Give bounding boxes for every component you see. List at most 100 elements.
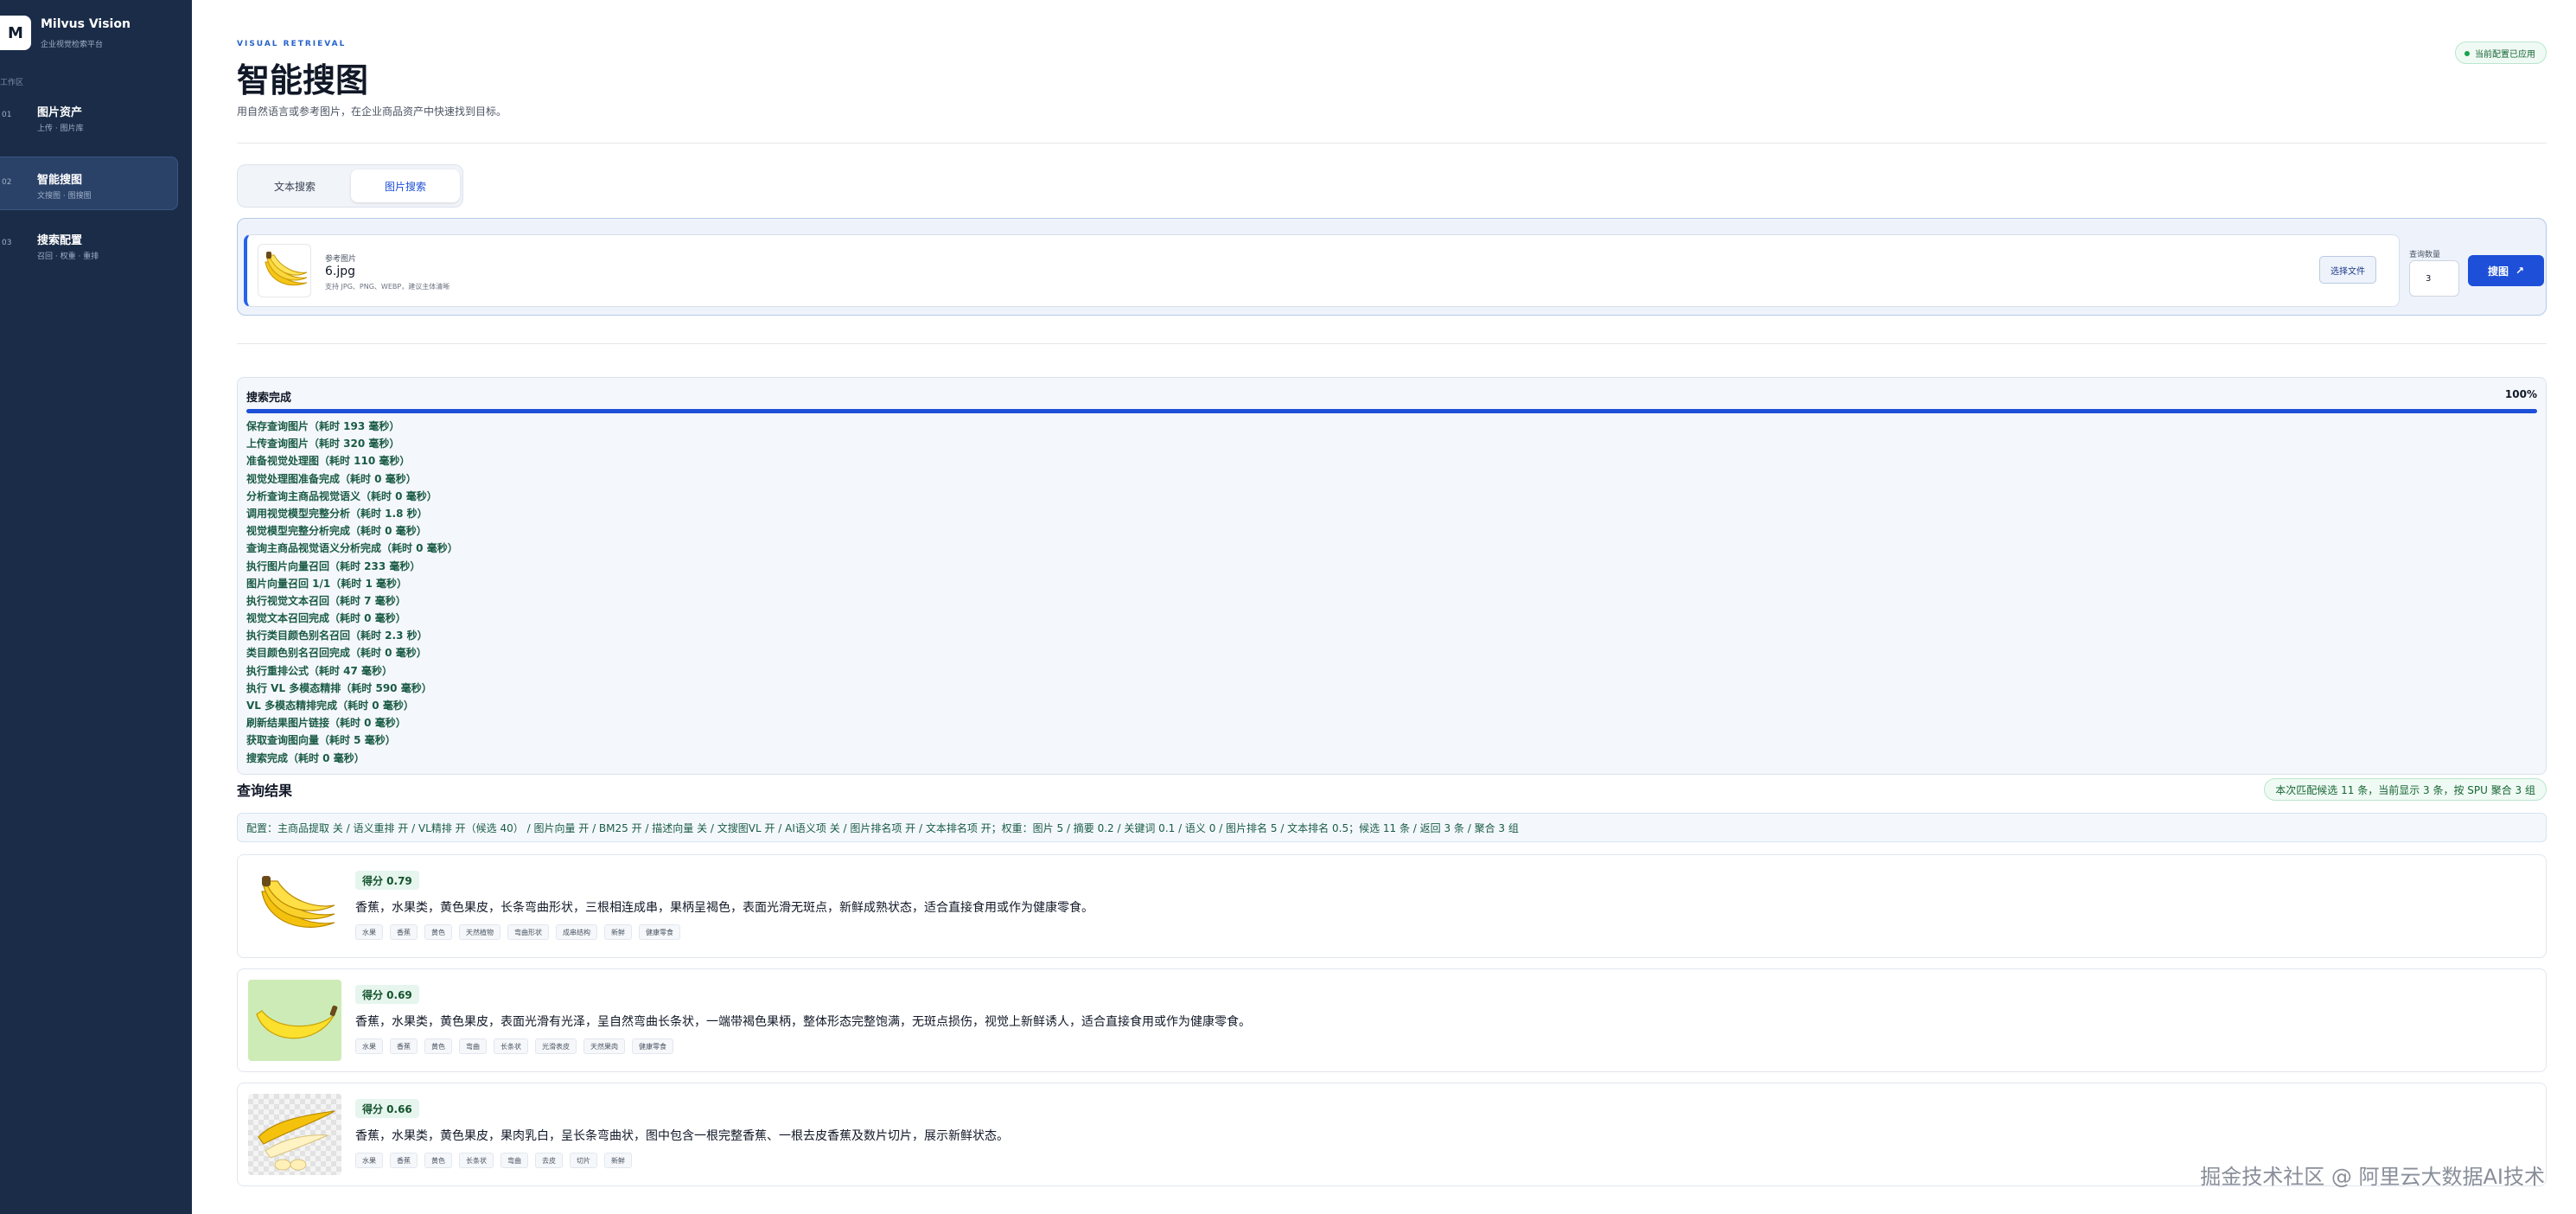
result-score: 得分 0.79 xyxy=(355,871,419,890)
result-score: 得分 0.66 xyxy=(355,1099,419,1118)
sidebar-item-smart-search[interactable]: 02 智能搜图 文搜图 · 图搜图 xyxy=(0,157,178,210)
single-banana-image-icon xyxy=(256,1005,338,1039)
progress-step: 执行类目颜色别名召回（耗时 2.3 秒） xyxy=(246,629,428,642)
sidebar-item-number: 02 xyxy=(2,178,12,187)
result-tag: 光滑表皮 xyxy=(535,1038,577,1054)
progress-step: 查询主商品视觉语义分析完成（耗时 0 毫秒） xyxy=(246,542,458,555)
progress-step: 刷新结果图片链接（耗时 0 毫秒） xyxy=(246,717,406,730)
result-tag: 健康零食 xyxy=(639,924,680,940)
tab-text-search[interactable]: 文本搜索 xyxy=(242,169,348,202)
results-title: 查询结果 xyxy=(237,783,293,799)
arrow-up-right-icon: ↗ xyxy=(2515,265,2525,277)
result-description: 香蕉，水果类，黄色果皮，果肉乳白，呈长条弯曲状，图中包含一根完整香蕉、一根去皮香… xyxy=(355,1129,1009,1143)
result-tag: 成串结构 xyxy=(556,924,597,940)
sidebar-item-subtitle: 召回 · 权重 · 重排 xyxy=(37,252,99,261)
result-tag: 长条状 xyxy=(459,1153,494,1168)
page-eyebrow: VISUAL RETRIEVAL xyxy=(237,40,347,48)
result-tags: 水果 香蕉 黄色 天然植物 弯曲形状 成串结构 新鲜 健康零食 xyxy=(355,924,680,940)
reference-file-hint: 支持 JPG、PNG、WEBP，建议主体清晰 xyxy=(325,283,450,291)
config-status-badge: 当前配置已应用 xyxy=(2455,42,2547,64)
divider xyxy=(237,143,2547,144)
progress-step: 视觉处理图准备完成（耗时 0 毫秒） xyxy=(246,472,417,485)
progress-step: VL 多模态精排完成（耗时 0 毫秒） xyxy=(246,700,414,712)
progress-step: 执行 VL 多模态精排（耗时 590 毫秒） xyxy=(246,681,432,694)
progress-step: 类目颜色别名召回完成（耗时 0 毫秒） xyxy=(246,647,427,660)
progress-step: 执行视觉文本召回（耗时 7 毫秒） xyxy=(246,594,406,607)
sidebar-item-title: 智能搜图 xyxy=(37,174,83,187)
progress-step: 分析查询主商品视觉语义（耗时 0 毫秒） xyxy=(246,489,437,502)
brand-logo: M xyxy=(0,16,31,50)
sidebar: M Milvus Vision 企业视觉检索平台 工作区 01 图片资产 上传 … xyxy=(0,0,192,1214)
progress-step: 执行重排公式（耗时 47 毫秒） xyxy=(246,664,393,677)
page-title: 智能搜图 xyxy=(237,61,369,99)
choose-file-button[interactable]: 选择文件 xyxy=(2319,256,2376,284)
result-tag: 弯曲形状 xyxy=(507,924,549,940)
results-summary-badge: 本次匹配候选 11 条，当前显示 3 条，按 SPU 聚合 3 组 xyxy=(2264,778,2547,801)
progress-steps-list: 保存查询图片（耗时 193 毫秒） 上传查询图片（耗时 320 毫秒） 准备视觉处理… xyxy=(246,418,458,767)
result-tag: 黄色 xyxy=(424,924,452,940)
query-count-label: 查询数量 xyxy=(2409,251,2441,259)
sidebar-item-subtitle: 文搜图 · 图搜图 xyxy=(37,192,92,201)
tab-image-search[interactable]: 图片搜索 xyxy=(351,169,460,202)
query-count-input[interactable]: 3 xyxy=(2409,260,2459,297)
result-image[interactable] xyxy=(248,866,341,947)
result-description: 香蕉，水果类，黄色果皮，长条弯曲形状，三根相连成串，果柄呈褐色，表面光滑无斑点，… xyxy=(355,901,1094,915)
peeled-banana-image-icon xyxy=(258,1110,335,1171)
result-card[interactable]: 得分 0.79 香蕉，水果类，黄色果皮，长条弯曲形状，三根相连成串，果柄呈褐色，… xyxy=(237,854,2547,958)
result-image[interactable] xyxy=(248,1094,341,1175)
progress-title: 搜索完成 xyxy=(246,392,292,405)
status-text: 当前配置已应用 xyxy=(2475,49,2535,60)
progress-bar xyxy=(246,409,2537,413)
sidebar-item-title: 图片资产 xyxy=(37,106,83,119)
progress-step: 上传查询图片（耗时 320 毫秒） xyxy=(246,438,400,450)
progress-step: 图片向量召回 1/1（耗时 1 毫秒） xyxy=(246,577,407,590)
result-tag: 新鲜 xyxy=(604,1153,632,1168)
result-tag: 天然果肉 xyxy=(583,1038,625,1054)
progress-step: 准备视觉处理图（耗时 110 毫秒） xyxy=(246,455,411,468)
progress-step: 视觉文本召回完成（耗时 0 毫秒） xyxy=(246,612,406,625)
main-content: VISUAL RETRIEVAL 智能搜图 用自然语言或参考图片，在企业商品资产… xyxy=(237,0,2547,1214)
result-tag: 水果 xyxy=(355,1153,383,1168)
sidebar-section-label: 工作区 xyxy=(0,79,24,87)
progress-bar-fill xyxy=(246,409,2537,413)
image-search-button[interactable]: 搜图 ↗ xyxy=(2468,255,2544,286)
sidebar-item-subtitle: 上传 · 图片库 xyxy=(37,125,84,133)
result-tag: 弯曲 xyxy=(501,1153,528,1168)
progress-step: 调用视觉模型完整分析（耗时 1.8 秒） xyxy=(246,507,428,520)
reference-image-label: 参考图片 xyxy=(325,255,357,264)
sidebar-item-number: 03 xyxy=(2,239,12,247)
sidebar-item-search-config[interactable]: 03 搜索配置 召回 · 权重 · 重排 xyxy=(0,218,178,272)
result-tags: 水果 香蕉 黄色 长条状 弯曲 去皮 切片 新鲜 xyxy=(355,1153,632,1168)
divider xyxy=(237,343,2547,344)
result-tag: 健康零食 xyxy=(632,1038,673,1054)
result-tags: 水果 香蕉 黄色 弯曲 长条状 光滑表皮 天然果肉 健康零食 xyxy=(355,1038,673,1054)
result-image[interactable] xyxy=(248,980,341,1061)
result-tag: 黄色 xyxy=(424,1038,452,1054)
watermark-text: 掘金技术社区 @ 阿里云大数据AI技术 xyxy=(2200,1165,2545,1189)
search-button-label: 搜图 xyxy=(2487,265,2509,278)
progress-step: 执行图片向量召回（耗时 233 毫秒） xyxy=(246,559,421,572)
reference-thumbnail xyxy=(258,244,311,297)
result-tag: 水果 xyxy=(355,924,383,940)
brand-title: Milvus Vision xyxy=(41,17,131,31)
result-tag: 香蕉 xyxy=(390,1153,418,1168)
result-tag: 香蕉 xyxy=(390,924,418,940)
result-tag: 黄色 xyxy=(424,1153,452,1168)
result-tag: 香蕉 xyxy=(390,1038,418,1054)
result-tag: 新鲜 xyxy=(604,924,632,940)
result-card[interactable]: 得分 0.69 香蕉，水果类，黄色果皮，表面光滑有光泽，呈自然弯曲长条状，一端带… xyxy=(237,968,2547,1072)
progress-percent: 100% xyxy=(2504,388,2537,400)
progress-step: 获取查询图向量（耗时 5 毫秒） xyxy=(246,734,396,747)
result-tag: 水果 xyxy=(355,1038,383,1054)
banana-bunch-image-icon xyxy=(261,876,335,928)
search-mode-tabs: 文本搜索 图片搜索 xyxy=(237,164,463,208)
result-score: 得分 0.69 xyxy=(355,985,419,1004)
sidebar-item-assets[interactable]: 01 图片资产 上传 · 图片库 xyxy=(0,90,178,144)
sidebar-item-number: 01 xyxy=(2,111,12,119)
reference-file-name: 6.jpg xyxy=(325,265,356,278)
result-tag: 长条状 xyxy=(494,1038,528,1054)
brand: M Milvus Vision 企业视觉检索平台 xyxy=(0,14,192,52)
sidebar-item-title: 搜索配置 xyxy=(37,234,83,247)
result-tag: 弯曲 xyxy=(459,1038,487,1054)
result-tag: 切片 xyxy=(570,1153,597,1168)
